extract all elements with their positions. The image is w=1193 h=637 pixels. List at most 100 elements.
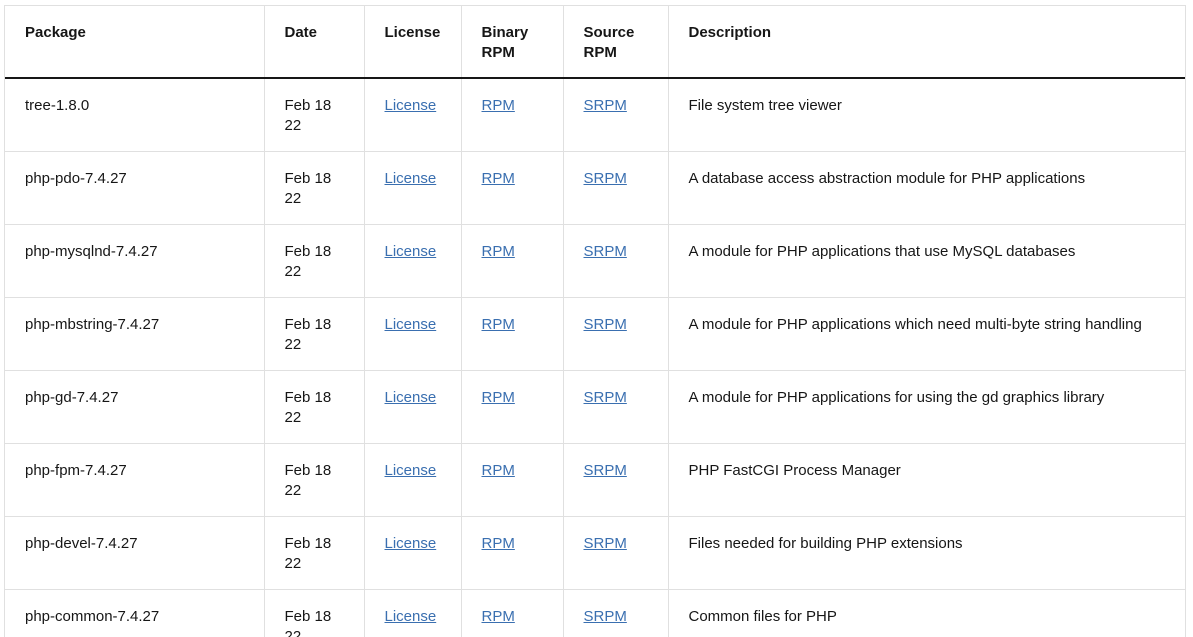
table-header-row: Package Date License Binary RPM SourceRPM… xyxy=(5,6,1185,78)
license-link[interactable]: License xyxy=(385,97,437,114)
cell-description: A module for PHP applications that use M… xyxy=(668,224,1185,297)
column-header-date-label: Date xyxy=(285,24,318,41)
cell-package: php-pdo-7.4.27 xyxy=(5,151,264,224)
source-rpm-link[interactable]: SRPM xyxy=(584,462,627,479)
source-rpm-link[interactable]: SRPM xyxy=(584,97,627,114)
table-row: php-mbstring-7.4.27 Feb 18 22 License RPM… xyxy=(5,297,1185,370)
column-header-license-label: License xyxy=(385,24,441,41)
cell-date-line1: Feb 18 xyxy=(285,389,332,406)
cell-license: License xyxy=(364,297,461,370)
package-table: Package Date License BinaryRPM SourceRPM… xyxy=(5,6,1185,637)
cell-date-line1: Feb 18 xyxy=(285,316,332,333)
cell-license: License xyxy=(364,370,461,443)
cell-license: License xyxy=(364,589,461,637)
column-header-description: Description xyxy=(668,6,1185,78)
license-link[interactable]: License xyxy=(385,316,437,333)
cell-date: Feb 18 22 xyxy=(264,224,364,297)
cell-source-rpm: SRPM xyxy=(563,516,668,589)
cell-date: Feb 18 22 xyxy=(264,151,364,224)
license-link[interactable]: License xyxy=(385,535,437,552)
binary-rpm-link[interactable]: RPM xyxy=(482,389,515,406)
binary-rpm-link[interactable]: RPM xyxy=(482,462,515,479)
cell-license: License xyxy=(364,443,461,516)
cell-license: License xyxy=(364,224,461,297)
cell-source-rpm: SRPM xyxy=(563,370,668,443)
cell-date: Feb 1822 xyxy=(264,516,364,589)
cell-binary-rpm: RPM xyxy=(461,370,563,443)
cell-binary-rpm: RPM xyxy=(461,78,563,151)
cell-binary-rpm: RPM xyxy=(461,151,563,224)
cell-description: Common files for PHP xyxy=(668,589,1185,637)
column-header-binary-line1: Binary xyxy=(482,24,529,41)
column-header-binary-line2: RPM xyxy=(482,44,515,61)
column-header-source-line1: Source xyxy=(584,24,635,41)
source-rpm-link[interactable]: SRPM xyxy=(584,170,627,187)
license-link[interactable]: License xyxy=(385,389,437,406)
cell-package: php-common-7.4.27 xyxy=(5,589,264,637)
table-row: tree-1.8.0 Feb 18 22 License RPM SRPM Fil… xyxy=(5,78,1185,151)
source-rpm-link[interactable]: SRPM xyxy=(584,389,627,406)
source-rpm-link[interactable]: SRPM xyxy=(584,316,627,333)
cell-package: php-mbstring-7.4.27 xyxy=(5,297,264,370)
cell-binary-rpm: RPM xyxy=(461,589,563,637)
table-row: php-common-7.4.27 Feb 1822 License RPM S… xyxy=(5,589,1185,637)
source-rpm-link[interactable]: SRPM xyxy=(584,608,627,625)
cell-date-line2: 22 xyxy=(285,409,302,426)
column-header-description-label: Description xyxy=(689,24,772,41)
cell-source-rpm: SRPM xyxy=(563,224,668,297)
cell-date: Feb 18 22 xyxy=(264,443,364,516)
cell-description: File system tree viewer xyxy=(668,78,1185,151)
column-header-binary-rpm: Binary RPM xyxy=(461,6,563,78)
column-header-source-rpm: SourceRPM xyxy=(563,6,668,78)
cell-date: Feb 18 22 xyxy=(264,78,364,151)
table-row: php-pdo-7.4.27 Feb 18 22 License RPM SRPM… xyxy=(5,151,1185,224)
cell-source-rpm: SRPM xyxy=(563,589,668,637)
license-link[interactable]: License xyxy=(385,243,437,260)
cell-date-line2: 22 xyxy=(285,117,302,134)
cell-date-line1: Feb 18 xyxy=(285,243,332,260)
table-row: php-fpm-7.4.27 Feb 18 22 License RPM SRPM… xyxy=(5,443,1185,516)
source-rpm-link[interactable]: SRPM xyxy=(584,243,627,260)
binary-rpm-link[interactable]: RPM xyxy=(482,316,515,333)
cell-date-line1: Feb 18 xyxy=(285,97,332,114)
binary-rpm-link[interactable]: RPM xyxy=(482,243,515,260)
cell-binary-rpm: RPM xyxy=(461,443,563,516)
cell-date-line2: 22 xyxy=(285,482,302,499)
cell-date-line1: Feb 18 xyxy=(285,170,332,187)
column-header-package-label: Package xyxy=(25,24,86,41)
table-row: php-devel-7.4.27 Feb 1822 License RPM SR… xyxy=(5,516,1185,589)
cell-package: tree-1.8.0 xyxy=(5,78,264,151)
cell-package: php-fpm-7.4.27 xyxy=(5,443,264,516)
cell-date-line2: 22 xyxy=(285,263,302,280)
license-link[interactable]: License xyxy=(385,608,437,625)
cell-description: A module for PHP applications for using … xyxy=(668,370,1185,443)
binary-rpm-link[interactable]: RPM xyxy=(482,608,515,625)
table-header: Package Date License Binary RPM SourceRPM… xyxy=(5,6,1185,78)
cell-package: php-gd-7.4.27 xyxy=(5,370,264,443)
cell-date-line1: Feb 18 xyxy=(285,535,332,552)
cell-date-line1: Feb 18 xyxy=(285,608,332,625)
cell-description: Files needed for building PHP extensions xyxy=(668,516,1185,589)
cell-date-line2: 22 xyxy=(285,336,302,353)
cell-binary-rpm: RPM xyxy=(461,297,563,370)
cell-binary-rpm: RPM xyxy=(461,224,563,297)
binary-rpm-link[interactable]: RPM xyxy=(482,170,515,187)
cell-description: PHP FastCGI Process Manager xyxy=(668,443,1185,516)
cell-license: License xyxy=(364,516,461,589)
cell-date-line2: 22 xyxy=(285,190,302,207)
license-link[interactable]: License xyxy=(385,170,437,187)
table-row: php-gd-7.4.27 Feb 1822 License RPM SRPM … xyxy=(5,370,1185,443)
license-link[interactable]: License xyxy=(385,462,437,479)
column-header-date: Date xyxy=(264,6,364,78)
cell-description: A module for PHP applications which need… xyxy=(668,297,1185,370)
source-rpm-link[interactable]: SRPM xyxy=(584,535,627,552)
cell-package: php-devel-7.4.27 xyxy=(5,516,264,589)
cell-date: Feb 18 22 xyxy=(264,297,364,370)
cell-description: A database access abstraction module for… xyxy=(668,151,1185,224)
binary-rpm-link[interactable]: RPM xyxy=(482,535,515,552)
table-row: php-mysqlnd-7.4.27 Feb 1822 License RPM … xyxy=(5,224,1185,297)
binary-rpm-link[interactable]: RPM xyxy=(482,97,515,114)
cell-date-line1: Feb 18 xyxy=(285,462,332,479)
package-table-container: Package Date License BinaryRPM SourceRPM… xyxy=(4,5,1186,637)
cell-date: Feb 1822 xyxy=(264,589,364,637)
